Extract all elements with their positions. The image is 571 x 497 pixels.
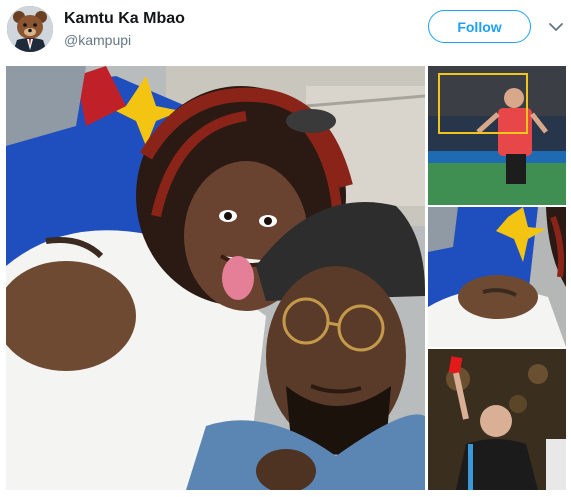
author-display-name[interactable]: Kamtu Ka Mbao <box>64 10 185 28</box>
thumbnail-referee-red-card[interactable] <box>428 349 566 490</box>
tweet-header: Kamtu Ka Mbao @kampupi Follow <box>0 0 571 60</box>
author-handle[interactable]: @kampupi <box>64 32 131 48</box>
media-gallery <box>6 66 566 490</box>
bear-avatar-icon <box>7 6 53 52</box>
thumbnail-fan-crop[interactable] <box>428 207 566 347</box>
author-avatar[interactable] <box>7 6 53 52</box>
thumbnail-referee-yellow-card[interactable] <box>428 66 566 205</box>
follow-button[interactable]: Follow <box>428 10 531 43</box>
main-photo-selfie[interactable] <box>6 66 425 490</box>
chevron-down-icon[interactable] <box>548 19 564 35</box>
